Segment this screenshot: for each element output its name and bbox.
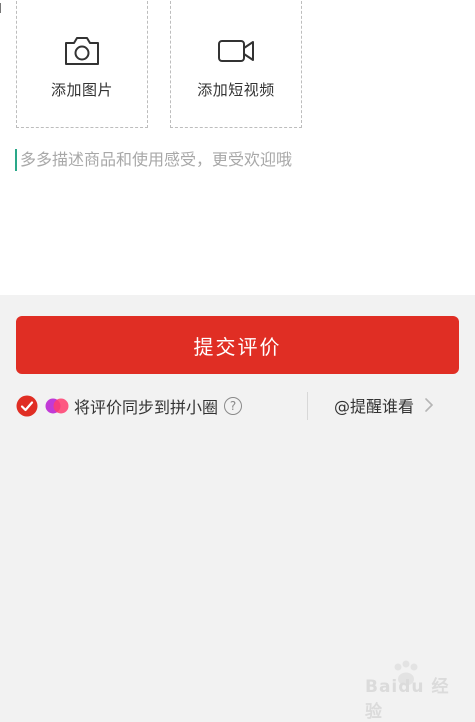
- edge-mark: [0, 3, 4, 13]
- mention-friends-link[interactable]: @提醒谁看: [334, 393, 434, 417]
- add-video-button[interactable]: 添加短视频: [170, 0, 302, 128]
- video-camera-icon: [218, 40, 254, 62]
- submit-review-button[interactable]: 提交评价: [16, 316, 459, 374]
- review-form-panel: 添加图片 添加短视频: [0, 0, 475, 295]
- add-photo-button[interactable]: 添加图片: [16, 0, 148, 128]
- review-text-input[interactable]: [20, 146, 460, 276]
- watermark-text: Baidu 经验: [365, 677, 450, 722]
- add-video-label: 添加短视频: [197, 81, 275, 99]
- text-cursor: [15, 149, 17, 171]
- sync-label[interactable]: 将评价同步到拼小圈: [74, 394, 218, 418]
- divider: [307, 392, 308, 420]
- mention-label: @提醒谁看: [334, 397, 415, 416]
- help-icon[interactable]: ?: [224, 397, 243, 415]
- circles-logo-icon: [45, 398, 69, 414]
- baidu-watermark: Baidu 经验: [365, 660, 465, 722]
- chevron-right-icon: [425, 398, 434, 412]
- add-photo-label: 添加图片: [50, 81, 113, 99]
- check-circle-icon[interactable]: [16, 395, 38, 417]
- camera-icon: [65, 37, 99, 65]
